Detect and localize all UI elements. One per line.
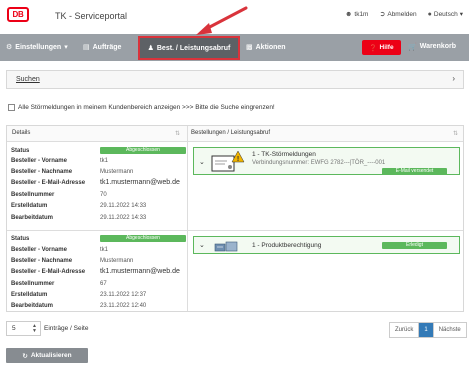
user-name: tk1m bbox=[354, 10, 369, 18]
show-all-row: Alle Störmeldungen in meinem Kundenberei… bbox=[8, 104, 275, 111]
user-menu[interactable]: ☻ tk1m bbox=[345, 10, 368, 18]
cart-label: Warenkorb bbox=[419, 43, 457, 50]
value-email: tk1.mustermann@web.de bbox=[100, 179, 180, 186]
car-icon: ▩ bbox=[246, 44, 253, 51]
value-email: tk1.mustermann@web.de bbox=[100, 268, 180, 275]
nav-aktionen-label: Aktionen bbox=[255, 43, 286, 51]
next-page-button[interactable]: Nächste bbox=[433, 323, 466, 337]
label-vorname: Besteller - Vorname bbox=[11, 158, 67, 164]
page-size-select[interactable]: 5 ▲ ▼ bbox=[6, 321, 41, 336]
page-1-button[interactable]: 1 bbox=[419, 323, 434, 337]
annotation-arrow bbox=[196, 6, 248, 35]
search-panel[interactable]: Suchen › bbox=[6, 70, 464, 89]
gear-icon: ⚙ bbox=[6, 44, 13, 51]
value-vorname: tk1 bbox=[100, 158, 109, 164]
card-status-badge: E-Mail versendet bbox=[382, 168, 447, 175]
table-header: Details ⇅ Bestellungen / Leistungsabruf … bbox=[7, 126, 463, 142]
svg-text:!: ! bbox=[237, 156, 239, 163]
nav-auftraege[interactable]: ▤ Aufträge bbox=[83, 43, 122, 52]
globe-icon: ● bbox=[427, 10, 432, 18]
refresh-icon: ↻ bbox=[22, 352, 28, 360]
db-logo[interactable]: DB bbox=[7, 7, 29, 22]
cart-button[interactable]: 🛒 Warenkorb bbox=[408, 43, 456, 51]
refresh-label: Aktualisieren bbox=[30, 352, 72, 359]
chevron-down-icon[interactable]: ⌄ bbox=[199, 241, 205, 249]
chevron-down-icon[interactable]: ⌄ bbox=[199, 158, 205, 166]
question-icon: ❓ bbox=[369, 44, 378, 52]
label-erstelldatum: Erstelldatum bbox=[11, 292, 48, 298]
value-nachname: Mustermann bbox=[100, 258, 134, 264]
value-bestellnummer: 70 bbox=[100, 192, 107, 198]
sort-icon[interactable]: ⇅ bbox=[175, 130, 180, 137]
label-bestellnummer: Bestellnummer bbox=[11, 192, 55, 198]
logout-link[interactable]: ➲ Abmelden bbox=[379, 10, 417, 19]
nav-active-label: Best. / Leistungsabruf bbox=[156, 44, 231, 52]
value-vorname: tk1 bbox=[100, 247, 109, 253]
row-divider bbox=[7, 230, 463, 231]
chevron-right-icon[interactable]: › bbox=[452, 74, 455, 83]
value-erstelldatum: 23.11.2022 12:37 bbox=[100, 292, 147, 298]
orders-table: Details ⇅ Bestellungen / Leistungsabruf … bbox=[6, 125, 464, 312]
show-all-checkbox[interactable] bbox=[8, 104, 15, 111]
card-status-badge: Erledigt bbox=[382, 242, 447, 249]
pagination: Zurück 1 Nächste bbox=[389, 322, 467, 338]
value-bearbeitdatum: 29.11.2022 14:33 bbox=[100, 215, 147, 221]
value-bearbeitdatum: 23.11.2022 12:40 bbox=[100, 303, 147, 309]
users-icon: ♟ bbox=[147, 45, 154, 52]
label-bearbeitdatum: Bearbeitdatum bbox=[11, 215, 54, 221]
prev-page-button[interactable]: Zurück bbox=[390, 323, 420, 337]
card-subtitle: Verbindungsnummer: EWFG 2782---|TÖR_----… bbox=[252, 160, 386, 166]
label-nachname: Besteller - Nachname bbox=[11, 258, 73, 264]
table-row: Status Abgeschlossen Besteller - Vorname… bbox=[11, 234, 187, 314]
server-icon bbox=[214, 241, 238, 252]
page-size-value: 5 bbox=[12, 325, 16, 332]
table-row: Status Abgeschlossen Besteller - Vorname… bbox=[11, 145, 187, 225]
label-status: Status bbox=[11, 236, 30, 242]
nav-einstellungen[interactable]: ⚙ Einstellungen ▾ bbox=[6, 43, 68, 52]
label-bearbeitdatum: Bearbeitdatum bbox=[11, 303, 54, 309]
label-vorname: Besteller - Vorname bbox=[11, 247, 67, 253]
label-erstelldatum: Erstelldatum bbox=[11, 203, 48, 209]
value-bestellnummer: 67 bbox=[100, 281, 107, 287]
nav-einstellungen-label: Einstellungen bbox=[15, 43, 62, 51]
top-user-menu: ☻ tk1m ➲ Abmelden ● Deutsch ▾ bbox=[345, 10, 463, 19]
user-icon: ☻ bbox=[345, 10, 353, 18]
order-card[interactable]: ⌄ 1 - Produktberechtigung Erledigt bbox=[193, 236, 460, 254]
card-title: 1 - TK-Störmeldungen bbox=[252, 151, 316, 158]
search-toggle[interactable]: Suchen bbox=[16, 76, 40, 83]
header-details: Details bbox=[12, 130, 31, 136]
language-label: Deutsch bbox=[433, 10, 458, 18]
orders-icon: ▤ bbox=[83, 44, 90, 51]
status-badge: Abgeschlossen bbox=[100, 235, 186, 242]
help-button[interactable]: ❓ Hilfe bbox=[362, 40, 401, 55]
logout-label: Abmelden bbox=[387, 10, 417, 18]
header-orders: Bestellungen / Leistungsabruf bbox=[191, 130, 271, 136]
chevron-down-icon: ▾ bbox=[459, 11, 463, 18]
language-select[interactable]: ● Deutsch ▾ bbox=[427, 10, 463, 19]
label-nachname: Besteller - Nachname bbox=[11, 169, 73, 175]
nav-aktionen[interactable]: ▩ Aktionen bbox=[246, 43, 286, 52]
stepper-icon[interactable]: ▲ ▼ bbox=[32, 324, 37, 334]
label-email: Besteller - E-Mail-Adresse bbox=[11, 180, 86, 186]
document-warning-icon: ! bbox=[211, 150, 245, 172]
cart-icon: 🛒 bbox=[408, 44, 417, 51]
status-badge: Abgeschlossen bbox=[100, 147, 186, 154]
nav-auftraege-label: Aufträge bbox=[92, 43, 122, 51]
sort-icon[interactable]: ⇅ bbox=[453, 130, 458, 137]
value-erstelldatum: 29.11.2022 14:33 bbox=[100, 203, 147, 209]
label-bestellnummer: Bestellnummer bbox=[11, 281, 55, 287]
refresh-button[interactable]: ↻ Aktualisieren bbox=[6, 348, 88, 363]
label-email: Besteller - E-Mail-Adresse bbox=[11, 269, 86, 275]
card-title: 1 - Produktberechtigung bbox=[252, 242, 322, 249]
page-size-label: Einträge / Seite bbox=[44, 325, 89, 332]
order-card[interactable]: ⌄ ! 1 - TK-Störmeldungen Verbindungsnumm… bbox=[193, 147, 460, 175]
value-nachname: Mustermann bbox=[100, 169, 134, 175]
column-divider bbox=[187, 126, 188, 311]
label-status: Status bbox=[11, 148, 30, 154]
logout-icon: ➲ bbox=[379, 11, 386, 18]
show-all-label: Alle Störmeldungen in meinem Kundenberei… bbox=[18, 104, 275, 111]
chevron-down-icon: ▾ bbox=[64, 44, 68, 51]
app-title: TK - Serviceportal bbox=[55, 11, 128, 21]
help-label: Hilfe bbox=[379, 44, 394, 51]
